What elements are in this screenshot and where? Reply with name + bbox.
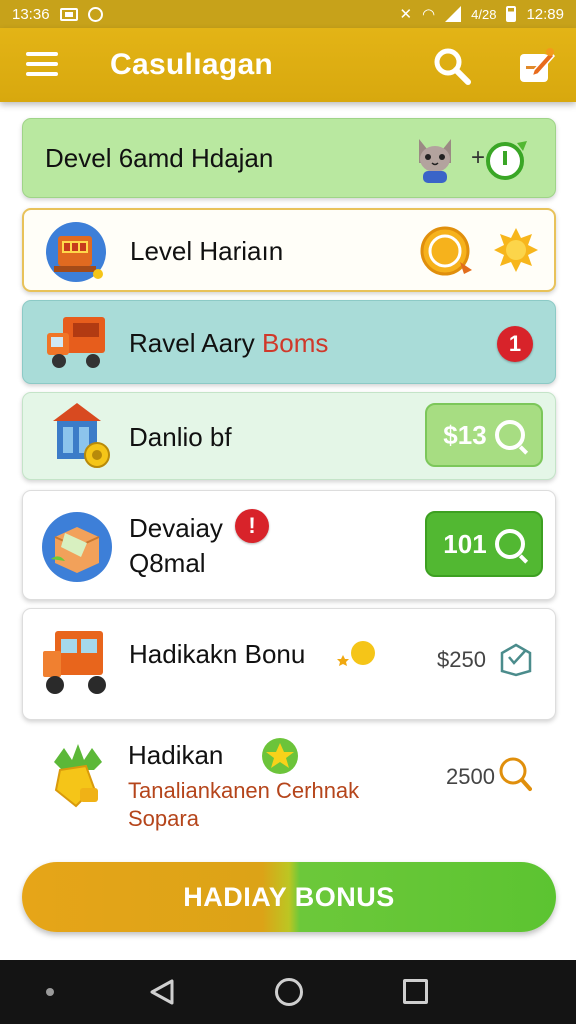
card-danlio[interactable]: Danlio bf $13 [22, 392, 556, 480]
signal-icon [445, 6, 462, 22]
recents-icon[interactable] [403, 979, 428, 1004]
nav-dot-icon [46, 988, 54, 996]
sparkle-coin-icon [337, 641, 375, 666]
battery-icon [506, 6, 517, 22]
notification-badge: 1 [497, 326, 533, 362]
app-bar: Casulıagan [0, 28, 576, 102]
back-icon[interactable] [148, 978, 176, 1006]
card-devaiay[interactable]: Devaiay ! Q8mal 101 [22, 490, 556, 600]
home-icon[interactable] [275, 978, 303, 1006]
mute-icon: ✕ [399, 6, 413, 23]
search-icon[interactable] [432, 46, 472, 86]
status-time-left: 13:36 [12, 5, 50, 23]
cat-avatar-icon [419, 139, 451, 183]
slot-machine-icon [46, 222, 106, 282]
magnify-icon [494, 529, 525, 559]
card-daily-level[interactable]: Devel 6amd Hdajan + [22, 118, 556, 198]
network-label: 4/28 [471, 6, 497, 22]
button-label: 101 [443, 528, 487, 559]
card-title: Hadikan [128, 740, 224, 770]
card-title: Danlio bf [129, 422, 232, 452]
button-label: $13 [443, 419, 487, 450]
card-amount: 2500 [446, 764, 495, 789]
card-desc-line2: Sopara [128, 806, 199, 831]
status-time-right: 12:89 [526, 5, 564, 23]
edit-icon[interactable] [516, 44, 558, 86]
truck-icon [47, 317, 105, 368]
card-travel-bonus[interactable]: Ravel Aary Boms 1 [22, 300, 556, 384]
system-nav-bar [0, 960, 576, 1024]
gift-box-icon [42, 512, 112, 582]
daily-bonus-button[interactable]: HADIAY BONUS [22, 862, 556, 932]
search-coin-icon [499, 757, 532, 791]
delivery-truck-icon [43, 631, 106, 694]
status-bar: 13:36 ✕ ◠ 4/28 12:89 [0, 0, 576, 28]
card-title: Devaiay [129, 513, 223, 543]
menu-icon[interactable] [26, 50, 60, 78]
card-desc-line1: Tanaliankanen Cerhnak [128, 778, 360, 803]
card-daily-level-2[interactable]: Level Hariaın [22, 208, 556, 292]
card-title: Devel 6amd Hdajan [45, 143, 274, 173]
alert-badge: ! [235, 509, 269, 543]
magnify-icon [494, 420, 525, 450]
carousel-icon [53, 403, 110, 468]
sync-icon [87, 6, 103, 22]
coin-icon [420, 226, 472, 276]
package-icon [500, 643, 532, 677]
card-hadikan[interactable]: Hadikan Tanaliankanen Cerhnak Sopara 250… [22, 728, 556, 848]
card-amount: $250 [437, 647, 486, 672]
card-price-button[interactable]: 101 [425, 511, 543, 577]
star-badge-icon [262, 738, 298, 774]
notification-icon [59, 7, 78, 21]
card-title: Ravel Aary Boms [129, 328, 329, 358]
timer-icon [486, 141, 527, 180]
wifi-icon: ◠ [422, 6, 436, 23]
card-price-button[interactable]: $13 [425, 403, 543, 467]
card-subtitle: Q8mal [129, 548, 206, 578]
app-title: Casulıagan [110, 48, 274, 81]
trophy-leaf-icon [54, 744, 102, 808]
card-title: Hadikakn Bonu [129, 639, 306, 669]
card-hadikakn-bonus[interactable]: Hadikakn Bonu $250 [22, 608, 556, 720]
card-title: Level Hariaın [130, 236, 284, 266]
sun-icon [494, 228, 538, 272]
